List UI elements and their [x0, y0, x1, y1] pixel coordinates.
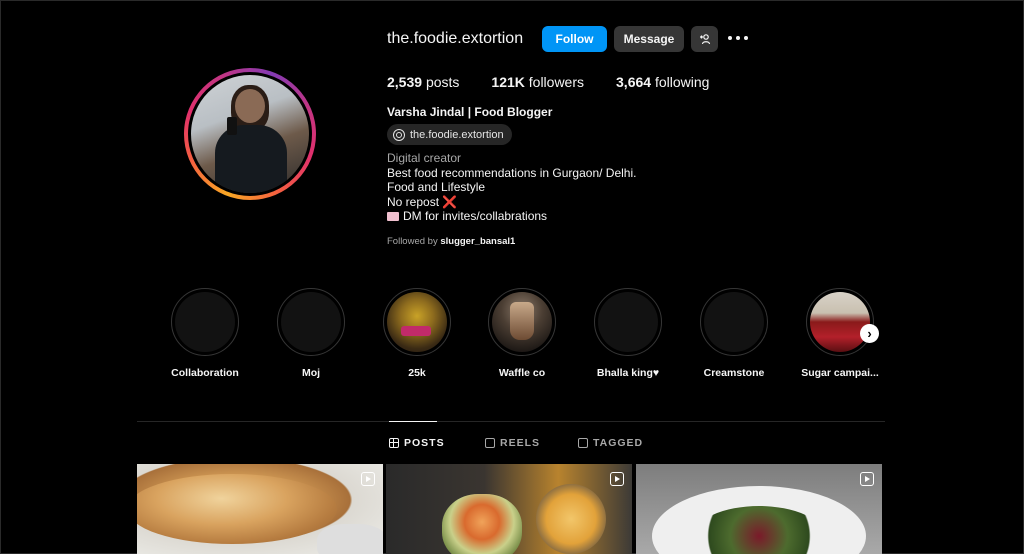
highlight-moj[interactable]: Moj: [266, 288, 356, 379]
cross-mark-icon: ❌: [442, 194, 458, 209]
add-user-button[interactable]: [691, 26, 718, 52]
reel-icon: [361, 472, 375, 486]
follow-button[interactable]: Follow: [542, 26, 607, 52]
add-user-icon: [699, 34, 710, 45]
threads-link[interactable]: the.foodie.extortion: [387, 124, 512, 145]
post-thumbnail[interactable]: [386, 464, 632, 554]
bio-line: No repost ❌: [387, 194, 458, 209]
highlight-cover: [387, 292, 447, 352]
threads-icon: [393, 128, 405, 141]
highlight-cover: [281, 292, 341, 352]
highlight-cover: [175, 292, 235, 352]
highlight-bhalla-king[interactable]: Bhalla king♥: [583, 288, 673, 379]
bio-line: Best food recommendations in Gurgaon/ De…: [387, 165, 637, 180]
post-thumbnail[interactable]: [137, 464, 383, 554]
highlight-cover: [598, 292, 658, 352]
highlight-cover: [492, 292, 552, 352]
highlight-collaboration[interactable]: Collaboration: [160, 288, 250, 379]
highlight-25k[interactable]: 25k: [372, 288, 462, 379]
bio-line: Food and Lifestyle: [387, 180, 486, 194]
highlight-cover: [810, 292, 870, 352]
profile-full-name: Varsha Jindal | Food Blogger: [387, 105, 553, 119]
reel-icon: [860, 472, 874, 486]
following-stat[interactable]: 3,664 following: [616, 74, 709, 90]
envelope-icon: [387, 212, 399, 221]
followers-stat[interactable]: 121K followers: [491, 74, 584, 90]
highlight-waffle-co[interactable]: Waffle co: [477, 288, 567, 379]
post-thumbnail[interactable]: [636, 464, 882, 554]
tagged-icon: [578, 438, 588, 448]
reel-icon: [610, 472, 624, 486]
profile-category: Digital creator: [387, 151, 462, 165]
more-options-icon[interactable]: [728, 31, 748, 45]
grid-icon: [389, 438, 399, 448]
active-tab-indicator: [389, 421, 437, 422]
bio-line: DM for invites/collabrations: [387, 209, 636, 224]
tab-tagged[interactable]: TAGGED: [578, 437, 643, 449]
profile-bio: Digital creator Best food recommendation…: [387, 151, 636, 224]
tabs-divider: [137, 421, 885, 422]
profile-stats: 2,539 posts 121K followers 3,664 followi…: [387, 74, 709, 90]
tab-posts[interactable]: POSTS: [389, 437, 445, 449]
avatar-photo: [191, 75, 309, 193]
highlight-cover: [704, 292, 764, 352]
highlights-next-icon[interactable]: ›: [860, 324, 879, 343]
reels-icon: [485, 438, 495, 448]
followed-by[interactable]: Followed by slugger_bansal1: [387, 236, 515, 247]
tab-reels[interactable]: REELS: [485, 437, 540, 449]
profile-username: the.foodie.extortion: [387, 30, 524, 47]
message-button[interactable]: Message: [614, 26, 684, 52]
posts-stat[interactable]: 2,539 posts: [387, 74, 459, 90]
highlight-creamstone[interactable]: Creamstone: [689, 288, 779, 379]
threads-handle: the.foodie.extortion: [410, 128, 504, 141]
profile-avatar[interactable]: [184, 68, 316, 200]
